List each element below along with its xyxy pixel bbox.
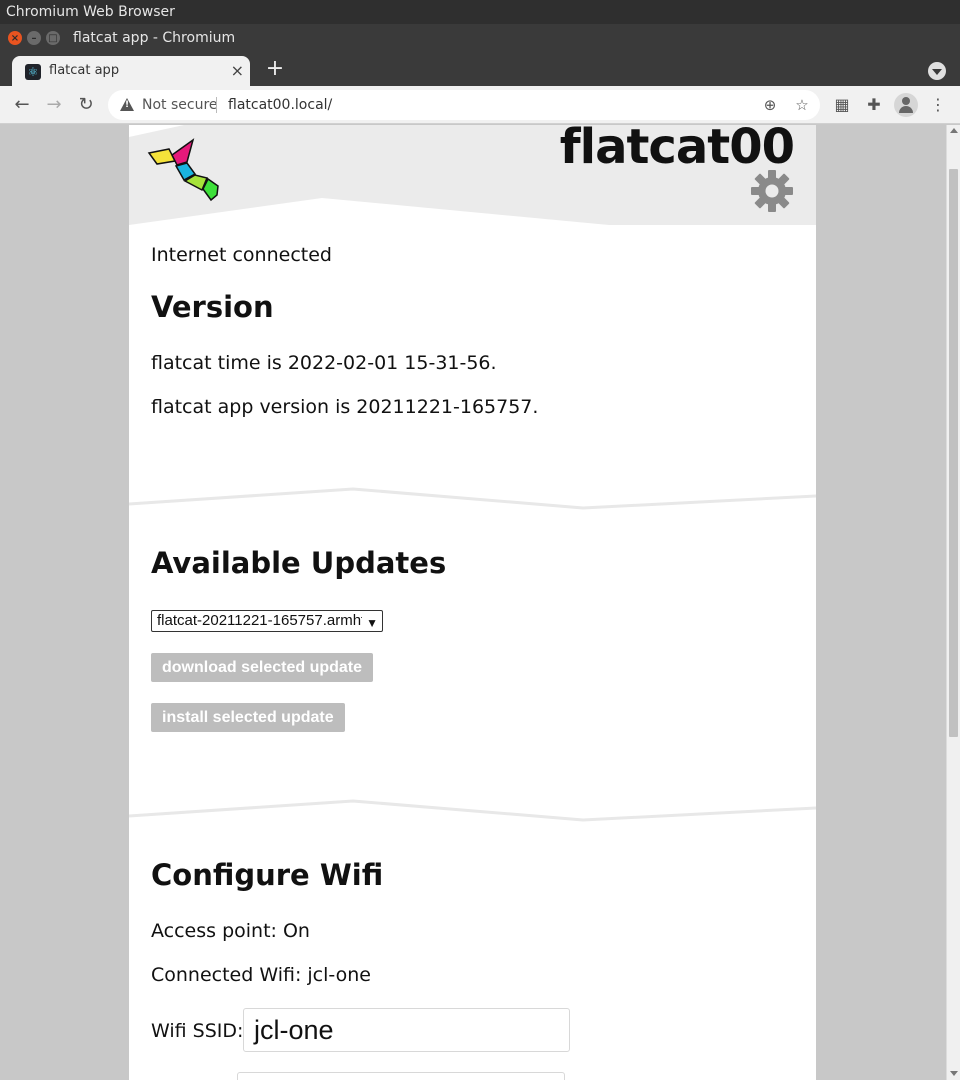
- ssid-label: Wifi SSID:: [151, 1020, 244, 1042]
- brand-title: flatcat00: [559, 125, 795, 175]
- connected-wifi-status: Connected Wifi: jcl-one: [151, 964, 371, 986]
- password-input[interactable]: [237, 1072, 565, 1080]
- os-title: Chromium Web Browser: [6, 4, 175, 20]
- chevron-down-icon: ▼: [366, 616, 378, 630]
- page-header: flatcat00: [129, 125, 816, 225]
- app-version-text: flatcat app version is 20211221-165757.: [151, 396, 539, 418]
- minimize-icon: –: [31, 33, 37, 44]
- flatcat-logo-icon: [147, 138, 219, 202]
- warning-icon[interactable]: !: [120, 98, 134, 111]
- update-select-value: flatcat-20211221-165757.armhf: [157, 612, 362, 629]
- menu-kebab-icon[interactable]: ⋮: [927, 94, 949, 116]
- tab-search-icon[interactable]: [928, 62, 946, 80]
- window-title: flatcat app - Chromium: [73, 30, 236, 46]
- maximize-icon: □: [48, 33, 58, 44]
- os-title-bar: Chromium Web Browser: [0, 0, 960, 24]
- url-text[interactable]: flatcat00.local/: [228, 90, 332, 120]
- tab-flatcat-app[interactable]: ⚛ flatcat app ×: [12, 56, 250, 86]
- scroll-thumb[interactable]: [949, 169, 958, 737]
- window-maximize-button[interactable]: □: [46, 31, 60, 45]
- browser-toolbar: ← → ↻ ! Not secure flatcat00.local/ ⊕ ☆ …: [0, 86, 960, 124]
- profile-avatar-icon[interactable]: [894, 93, 918, 117]
- security-label[interactable]: Not secure: [142, 90, 218, 120]
- window-title-bar: × – □ flatcat app - Chromium: [0, 24, 960, 52]
- scroll-down-icon[interactable]: [950, 1071, 958, 1076]
- updates-heading: Available Updates: [151, 546, 447, 580]
- react-favicon-icon: ⚛: [25, 64, 41, 80]
- section-divider: [129, 799, 816, 822]
- tab-label: flatcat app: [49, 63, 120, 78]
- new-tab-button[interactable]: +: [264, 56, 286, 82]
- version-heading: Version: [151, 290, 274, 324]
- connection-status: Internet connected: [151, 244, 332, 266]
- install-update-button[interactable]: install selected update: [151, 703, 345, 732]
- extensions-icon[interactable]: ✚: [863, 94, 885, 116]
- back-icon[interactable]: ←: [10, 93, 34, 117]
- scroll-up-icon[interactable]: [950, 128, 958, 133]
- address-bar[interactable]: ! Not secure flatcat00.local/ ⊕ ☆: [108, 90, 820, 120]
- flatcat-page: flatcat00 Internet connected Version fla…: [129, 125, 816, 1080]
- access-point-status: Access point: On: [151, 920, 310, 942]
- page-viewport: flatcat00 Internet connected Version fla…: [0, 125, 946, 1080]
- window-minimize-button[interactable]: –: [27, 31, 41, 45]
- zoom-icon[interactable]: ⊕: [759, 94, 781, 116]
- page-scrollbar[interactable]: [946, 125, 960, 1080]
- flatcat-time-text: flatcat time is 2022-02-01 15-31-56.: [151, 352, 497, 374]
- tab-strip: ⚛ flatcat app × +: [0, 52, 960, 86]
- wifi-heading: Configure Wifi: [151, 858, 384, 892]
- bookmark-star-icon[interactable]: ☆: [791, 94, 813, 116]
- download-update-button[interactable]: download selected update: [151, 653, 374, 682]
- window-close-button[interactable]: ×: [8, 31, 22, 45]
- forward-icon[interactable]: →: [42, 93, 66, 117]
- close-icon: ×: [10, 33, 20, 44]
- update-select[interactable]: flatcat-20211221-165757.armhf ▼: [151, 610, 383, 632]
- tab-close-icon[interactable]: ×: [231, 56, 244, 86]
- ssid-input[interactable]: jcl-one: [243, 1008, 570, 1052]
- reload-icon[interactable]: ↻: [74, 93, 98, 117]
- section-divider: [129, 487, 816, 510]
- url-separator: [216, 97, 217, 113]
- gear-icon[interactable]: [751, 170, 793, 212]
- tab-groups-icon[interactable]: ▦: [831, 94, 853, 116]
